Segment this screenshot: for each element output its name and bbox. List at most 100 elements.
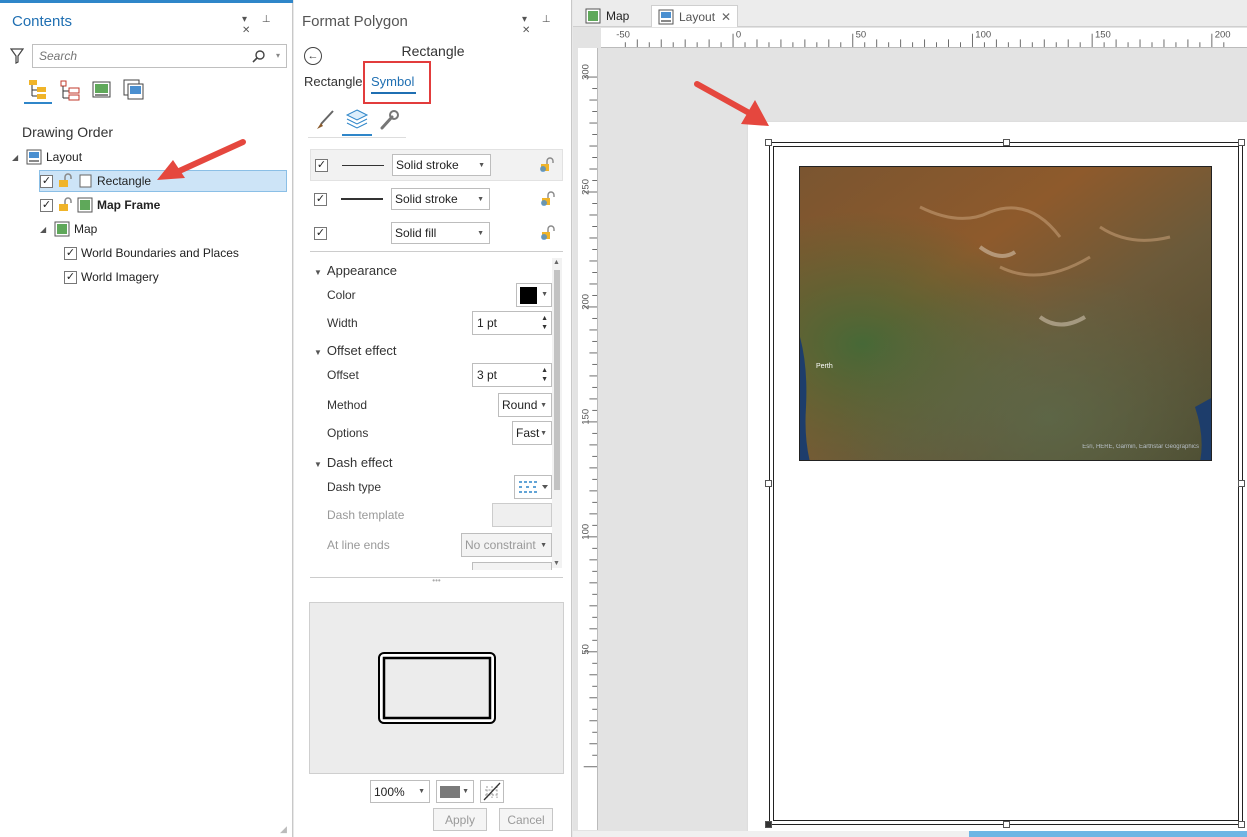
list-by-editing-button[interactable] [120,76,148,104]
layer-type-select[interactable]: Solid fill ▼ [391,222,490,244]
layer-type-select[interactable]: Solid stroke ▼ [391,188,490,210]
tab-rectangle[interactable]: Rectangle [304,74,363,89]
scrollbar-thumb[interactable] [969,831,1247,837]
tree-item[interactable]: ◢ Layout [12,146,82,168]
layout-view: Map Layout ✕ -50 0 50 100 150 200 300 250 200 15… [573,0,1247,837]
scroll-up-icon[interactable]: ▲ [553,259,560,266]
properties-scrollbar[interactable]: ▲ ▼ [552,258,562,568]
collapse-icon: ▼ [314,348,322,357]
method-select[interactable]: Round ▼ [498,393,552,417]
tab-symbol[interactable]: Symbol [371,74,414,89]
lock-colors-icon[interactable] [538,157,554,173]
subtab-properties[interactable] [310,104,340,136]
layer-visibility-checkbox[interactable]: ✓ [314,226,327,240]
lock-colors-icon[interactable] [539,191,555,207]
horizontal-ruler[interactable]: -50 0 50 100 150 200 [601,28,1247,48]
width-label: Width [327,316,358,330]
close-icon[interactable]: ✕ [721,10,731,24]
satellite-imagery [800,167,1211,460]
subtab-structure[interactable] [374,104,404,136]
tree-item[interactable]: ✓ Map Frame [40,194,160,216]
visibility-checkbox[interactable]: ✓ [64,246,77,260]
scroll-down-icon[interactable]: ▼ [553,560,560,567]
offset-section-header[interactable]: ▼ Offset effect [314,343,397,358]
options-select[interactable]: Fast ▼ [512,421,552,445]
list-by-selection-button[interactable] [88,76,116,104]
visibility-checkbox[interactable]: ✓ [40,174,53,188]
selection-handle[interactable] [1003,821,1010,828]
list-by-drawing-order-button[interactable] [24,76,52,104]
dash-type-picker[interactable] [514,475,552,499]
filter-icon[interactable] [10,48,24,64]
symbol-layer-row[interactable]: ✓ Solid stroke ▼ [310,149,563,181]
search-input[interactable] [33,45,243,67]
rectangle-preview-graphic [378,652,496,724]
map-frame-icon [54,221,70,237]
pane-controls[interactable]: ▾ ⊥ ✕ [242,14,292,36]
layer-visibility-checkbox[interactable]: ✓ [314,192,327,206]
color-swatch [520,287,537,304]
map-frame[interactable]: Perth Esri, HERE, Garmin, Earthstar Geog… [799,166,1212,461]
tree-item[interactable]: ◢ Map [40,218,97,240]
symbol-layer-row[interactable]: ✓ Solid stroke ▼ [310,183,563,215]
tab-map[interactable]: Map [579,5,635,27]
subtab-layers[interactable] [342,104,372,136]
layout-canvas[interactable]: Perth Esri, HERE, Garmin, Earthstar Geog… [601,48,1247,837]
vertical-ruler[interactable]: 300 250 200 150 100 50 [578,48,598,830]
apply-button[interactable]: Apply [433,808,487,831]
drawing-order-heading: Drawing Order [22,124,114,140]
close-icon[interactable]: ✕ [242,25,256,36]
preview-background-select[interactable]: ▼ [436,780,474,803]
layer-type-select[interactable]: Solid stroke ▼ [392,154,491,176]
selection-handle[interactable] [765,480,772,487]
search-icon[interactable] [252,49,266,63]
ruler-label: 100 [975,30,991,41]
expand-icon[interactable]: ◢ [12,153,22,162]
expand-icon[interactable]: ◢ [40,225,50,234]
visibility-checkbox[interactable]: ✓ [40,198,53,212]
resize-grip[interactable]: ◢ [280,824,287,835]
visibility-checkbox[interactable]: ✓ [64,270,77,284]
lock-colors-icon[interactable] [539,225,555,241]
search-box[interactable]: ▾ [32,44,287,68]
offset-input[interactable]: 3 pt ▲ ▼ [472,363,552,387]
dash-section-header[interactable]: ▼ Dash effect [314,455,392,470]
scrollbar-thumb[interactable] [554,270,560,490]
selection-handle[interactable] [1238,480,1245,487]
selection-handle[interactable] [765,821,772,828]
search-options-dropdown[interactable]: ▾ [276,51,280,60]
selection-handle[interactable] [1238,139,1245,146]
color-picker[interactable]: ▼ [516,283,552,307]
close-icon[interactable]: ✕ [522,25,536,36]
ruler-label: 50 [580,644,591,655]
tree-item[interactable]: ✓ World Imagery [64,266,159,288]
horizontal-scrollbar[interactable] [573,831,1247,837]
appearance-section-header[interactable]: ▼ Appearance [314,263,397,278]
chevron-down-icon: ▼ [477,195,484,203]
preview-zoom-select[interactable]: 100% ▼ [370,780,430,803]
preview-grid-toggle[interactable] [480,780,504,803]
preview-splitter[interactable]: ••• [310,577,563,585]
map-attribution: Esri, HERE, Garmin, Earthstar Geographic… [1082,444,1199,450]
symbol-layer-row[interactable]: ✓ Solid fill ▼ [310,217,563,249]
selection-handle[interactable] [765,139,772,146]
pin-icon[interactable]: ⊥ [542,14,557,25]
width-input[interactable]: 1 pt ▲ ▼ [472,311,552,335]
layer-visibility-checkbox[interactable]: ✓ [315,158,328,172]
tree-item[interactable]: ✓ World Boundaries and Places [64,242,239,264]
cancel-button[interactable]: Cancel [499,808,553,831]
list-by-data-source-button[interactable] [56,76,84,104]
layers-icon [345,109,369,129]
pin-icon[interactable]: ⊥ [262,14,277,25]
selection-handle[interactable] [1003,139,1010,146]
selection-handle[interactable] [1238,821,1245,828]
pane-controls[interactable]: ▾ ⊥ ✕ [522,14,571,36]
stepper-icon[interactable]: ▲ ▼ [541,314,548,332]
rectangle-icon [79,174,92,188]
lock-icon[interactable] [57,173,73,189]
tab-layout[interactable]: Layout ✕ [651,5,739,27]
chevron-down-icon: ▼ [540,401,547,409]
stepper-icon[interactable]: ▲ ▼ [541,366,548,384]
lock-icon[interactable] [57,197,73,213]
chevron-down-icon: ▼ [418,788,425,795]
